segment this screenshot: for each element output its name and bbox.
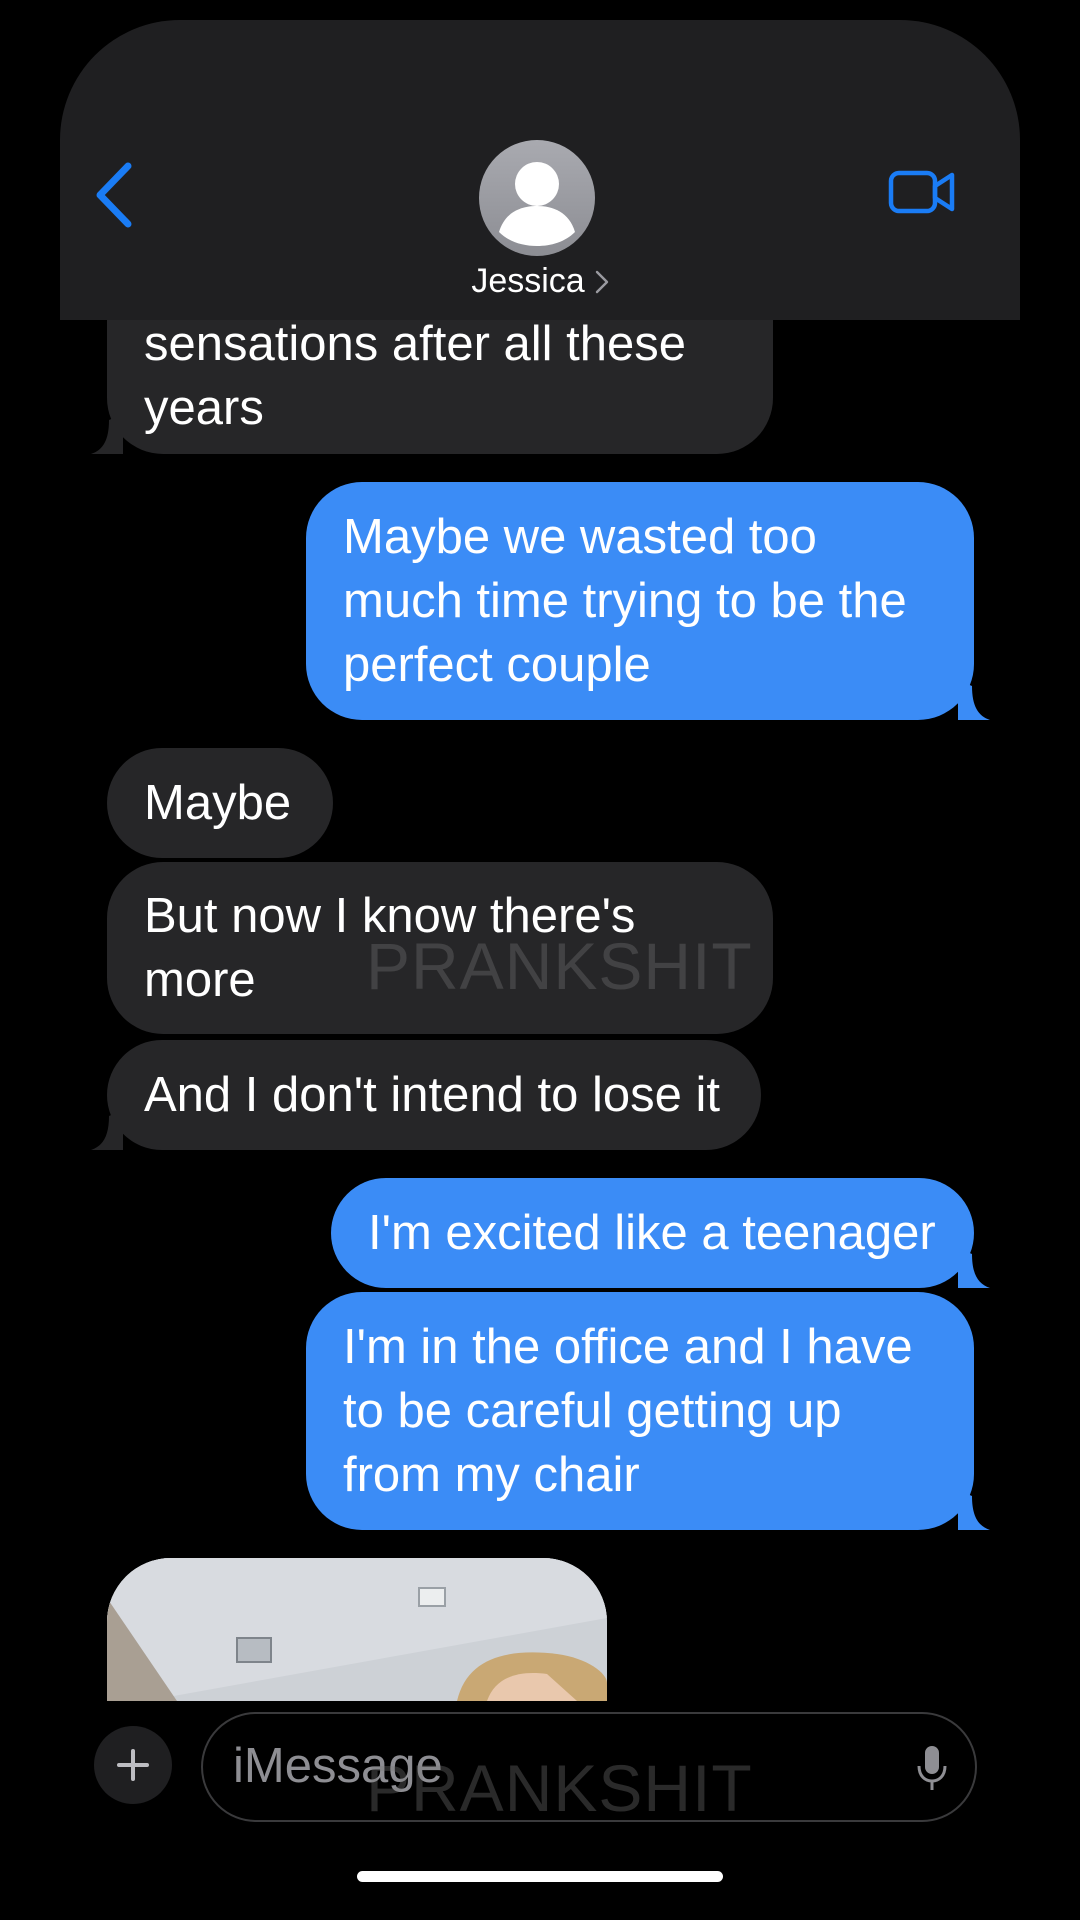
message-bubble-incoming[interactable]: Maybe xyxy=(107,748,333,858)
message-text: And I don't intend to lose it xyxy=(144,1068,720,1122)
message-bubble-incoming[interactable]: But now I know there's more xyxy=(107,862,773,1034)
photo-image xyxy=(107,1558,607,1701)
message-text: sensations after all these years xyxy=(144,317,687,435)
message-bubble-outgoing[interactable]: I'm in the office and I have to be carefu… xyxy=(306,1292,990,1530)
plus-icon[interactable] xyxy=(94,1726,172,1804)
message-bubble-incoming[interactable]: sensations after all these years xyxy=(91,300,773,454)
message-text: Maybe we wasted too much time trying to b… xyxy=(343,510,907,692)
plus-glyph xyxy=(117,1749,149,1781)
avatar-silhouette xyxy=(499,162,575,246)
message-text: I'm in the office and I have to be carefu… xyxy=(343,1320,913,1502)
person-avatar-icon[interactable] xyxy=(479,140,595,256)
chevron-right-icon xyxy=(595,270,608,293)
message-text: Maybe xyxy=(144,776,292,830)
photo-attachment[interactable] xyxy=(107,1558,607,1701)
contact-name-button[interactable]: Jessica xyxy=(0,262,1080,301)
message-input-placeholder: iMessage xyxy=(233,1739,443,1793)
bubble-tail xyxy=(958,680,990,720)
chevron-left-icon[interactable] xyxy=(90,160,140,230)
bubble-tail xyxy=(958,1490,990,1530)
bubble-tail xyxy=(91,1110,123,1150)
message-bubble-outgoing[interactable]: I'm excited like a teenager xyxy=(331,1178,990,1288)
contact-name: Jessica xyxy=(471,262,585,300)
microphone-icon[interactable] xyxy=(915,1744,949,1792)
message-input[interactable]: iMessage xyxy=(201,1712,977,1822)
message-bubble-outgoing[interactable]: Maybe we wasted too much time trying to b… xyxy=(306,482,990,720)
bubble-tail xyxy=(91,414,123,454)
video-camera-icon[interactable] xyxy=(888,168,956,216)
home-indicator[interactable] xyxy=(357,1871,723,1882)
bubble-tail xyxy=(958,1248,990,1288)
message-text: I'm excited like a teenager xyxy=(368,1206,936,1260)
message-bubble-incoming[interactable]: And I don't intend to lose it xyxy=(91,1040,761,1150)
message-text: But now I know there's more xyxy=(144,889,636,1007)
